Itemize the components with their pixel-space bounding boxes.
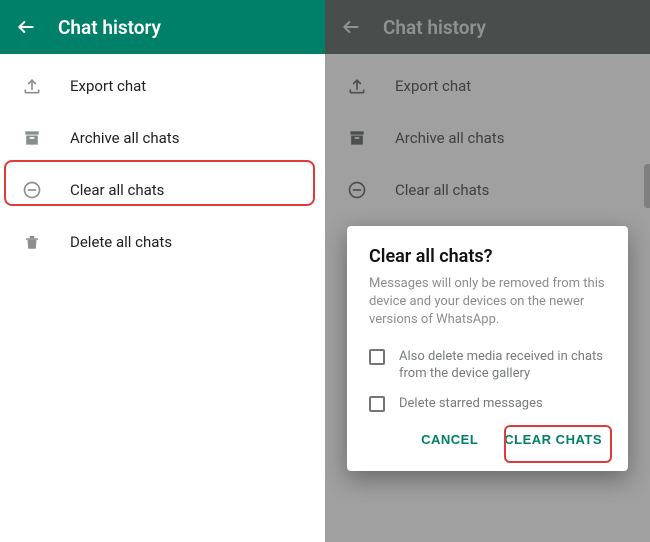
dialog-actions: CANCEL CLEAR CHATS — [369, 424, 606, 455]
dialog-clear-all-chats: Clear all chats? Messages will only be r… — [347, 226, 628, 471]
menu-item-archive-all-chats[interactable]: Archive all chats — [0, 112, 325, 164]
menu-item-label: Export chat — [70, 77, 146, 95]
cancel-button[interactable]: CANCEL — [417, 424, 482, 455]
upload-icon — [20, 74, 44, 98]
dialog-title: Clear all chats? — [369, 246, 606, 267]
option-delete-starred[interactable]: Delete starred messages — [369, 395, 606, 413]
menu-item-clear-all-chats[interactable]: Clear all chats — [0, 164, 325, 216]
option-label: Also delete media received in chats from… — [399, 348, 606, 383]
menu-item-delete-all-chats[interactable]: Delete all chats — [0, 216, 325, 268]
header-title: Chat history — [58, 16, 161, 39]
menu-item-label: Clear all chats — [70, 181, 164, 199]
trash-icon — [20, 230, 44, 254]
menu-item-export-chat[interactable]: Export chat — [0, 60, 325, 112]
option-delete-media[interactable]: Also delete media received in chats from… — [369, 348, 606, 383]
screen-chat-history-step2: Chat history Export chat Archive all cha… — [325, 0, 650, 542]
option-label: Delete starred messages — [399, 395, 543, 413]
checkbox-icon[interactable] — [369, 396, 385, 412]
dialog-body: Messages will only be removed from this … — [369, 275, 606, 330]
checkbox-icon[interactable] — [369, 349, 385, 365]
chat-history-menu: Export chat Archive all chats Clear all … — [0, 54, 325, 268]
menu-item-label: Delete all chats — [70, 233, 172, 251]
app-header: Chat history — [0, 0, 325, 54]
menu-item-label: Archive all chats — [70, 129, 179, 147]
archive-icon — [20, 126, 44, 150]
clear-chats-button[interactable]: CLEAR CHATS — [500, 424, 606, 455]
back-arrow-icon[interactable] — [16, 17, 36, 37]
screen-chat-history-step1: Chat history Export chat Archive all cha… — [0, 0, 325, 542]
minus-circle-icon — [20, 178, 44, 202]
